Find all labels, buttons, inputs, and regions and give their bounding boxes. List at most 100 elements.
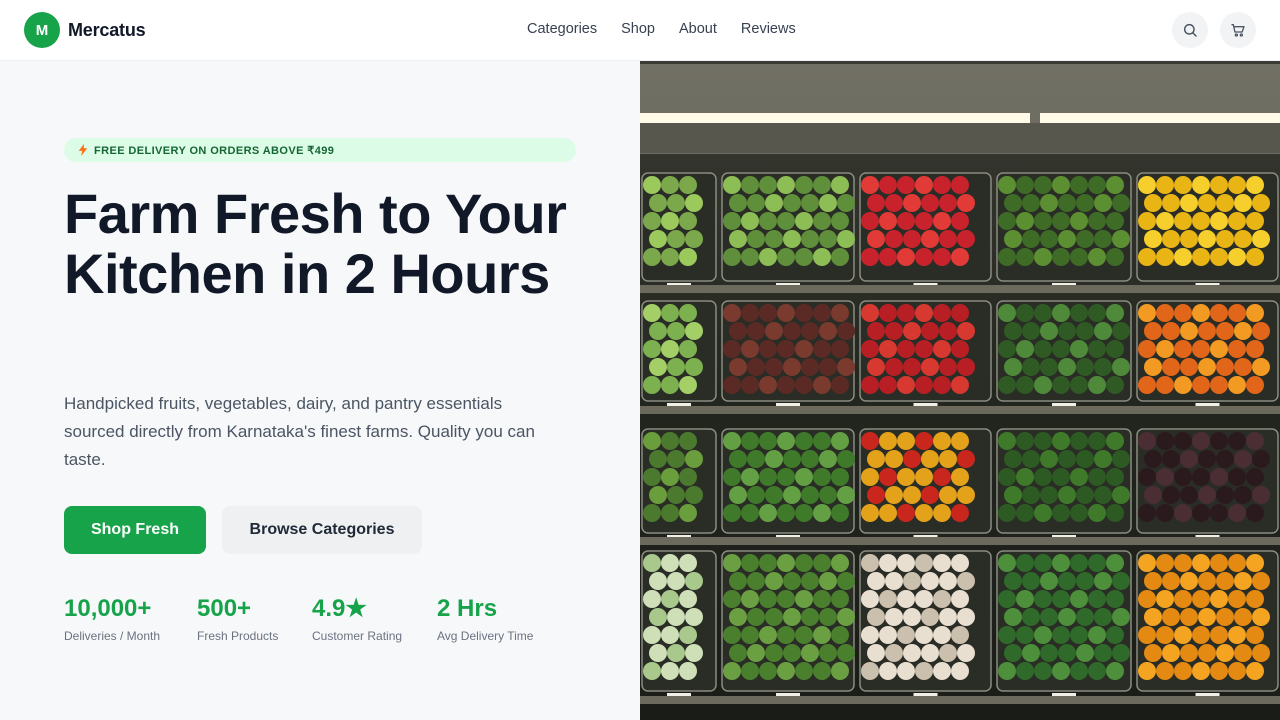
hero-headline: Farm Fresh to Your Kitchen in 2 Hours: [64, 182, 567, 305]
nav-link-categories[interactable]: Categories: [527, 21, 597, 37]
produce-item: [747, 322, 765, 340]
produce-item: [998, 504, 1016, 522]
produce-item: [933, 554, 951, 572]
produce-item: [643, 376, 661, 394]
produce-item: [1192, 340, 1210, 358]
produce-item: [649, 358, 667, 376]
produce-item: [747, 230, 765, 248]
produce-item: [903, 486, 921, 504]
produce-item: [661, 662, 679, 680]
produce-item: [643, 554, 661, 572]
stat-products: 500+ Fresh Products: [197, 593, 278, 643]
produce-item: [661, 304, 679, 322]
produce-item: [819, 486, 837, 504]
produce-item: [1022, 194, 1040, 212]
produce-item: [777, 376, 795, 394]
produce-item: [783, 486, 801, 504]
stat-value: 10,000+: [64, 595, 152, 622]
produce-item: [1088, 176, 1106, 194]
brand[interactable]: M Mercatus: [24, 12, 146, 48]
produce-item: [951, 212, 969, 230]
produce-item: [813, 432, 831, 450]
produce-item: [1216, 322, 1234, 340]
produce-item: [1094, 608, 1112, 626]
produce-item: [759, 340, 777, 358]
nav-link-reviews[interactable]: Reviews: [741, 21, 796, 37]
produce-item: [1022, 608, 1040, 626]
produce-item: [643, 248, 661, 266]
produce-item: [915, 626, 933, 644]
produce-item: [813, 468, 831, 486]
nav-link-about[interactable]: About: [679, 21, 717, 37]
produce-item: [1234, 608, 1252, 626]
produce-item: [1174, 432, 1192, 450]
produce-item: [951, 376, 969, 394]
produce-item: [1052, 176, 1070, 194]
produce-item: [903, 608, 921, 626]
produce-item: [897, 662, 915, 680]
produce-item: [1216, 644, 1234, 662]
nav-link-shop[interactable]: Shop: [621, 21, 655, 37]
brand-name[interactable]: Mercatus: [68, 20, 146, 41]
produce-item: [1034, 662, 1052, 680]
produce-item: [1040, 230, 1058, 248]
produce-item: [1076, 230, 1094, 248]
produce-item: [747, 608, 765, 626]
produce-item: [1112, 644, 1130, 662]
produce-item: [1070, 304, 1088, 322]
produce-item: [861, 176, 879, 194]
produce-item: [1210, 176, 1228, 194]
produce-item: [1138, 554, 1156, 572]
produce-item: [1058, 572, 1076, 590]
free-delivery-badge: FREE DELIVERY ON ORDERS ABOVE ₹499: [64, 138, 576, 162]
produce-item: [765, 572, 783, 590]
produce-item: [885, 450, 903, 468]
produce-item: [1112, 572, 1130, 590]
produce-item: [1174, 304, 1192, 322]
produce-item: [1210, 304, 1228, 322]
shop-fresh-button[interactable]: Shop Fresh: [64, 506, 206, 554]
top-navbar: M Mercatus Categories Shop About Reviews: [0, 0, 1280, 61]
produce-item: [951, 432, 969, 450]
produce-item: [867, 322, 885, 340]
produce-item: [861, 340, 879, 358]
produce-item: [649, 608, 667, 626]
produce-item: [933, 340, 951, 358]
produce-item: [819, 450, 837, 468]
produce-item: [933, 626, 951, 644]
produce-item: [1252, 486, 1270, 504]
produce-item: [1088, 212, 1106, 230]
produce-item: [831, 340, 849, 358]
produce-item: [1246, 504, 1264, 522]
produce-item: [1162, 572, 1180, 590]
produce-item: [783, 322, 801, 340]
produce-item: [1246, 212, 1264, 230]
cart-button[interactable]: [1220, 12, 1256, 48]
produce-item: [1022, 322, 1040, 340]
browse-categories-button[interactable]: Browse Categories: [222, 506, 422, 554]
produce-item: [1088, 590, 1106, 608]
produce-item: [777, 590, 795, 608]
produce-item: [867, 358, 885, 376]
produce-item: [1252, 572, 1270, 590]
logo[interactable]: M: [24, 12, 60, 48]
produce-item: [1112, 358, 1130, 376]
produce-item: [897, 432, 915, 450]
produce-item: [759, 662, 777, 680]
produce-item: [861, 468, 879, 486]
produce-item: [998, 468, 1016, 486]
produce-item: [1070, 662, 1088, 680]
produce-item: [861, 212, 879, 230]
produce-item: [801, 450, 819, 468]
search-button[interactable]: [1172, 12, 1208, 48]
produce-item: [1228, 432, 1246, 450]
produce-item: [998, 212, 1016, 230]
produce-item: [957, 322, 975, 340]
produce-item: [801, 572, 819, 590]
produce-item: [1156, 304, 1174, 322]
produce-item: [729, 608, 747, 626]
produce-item: [1252, 322, 1270, 340]
cart-icon: [1231, 24, 1245, 37]
produce-item: [1138, 432, 1156, 450]
produce-item: [1162, 358, 1180, 376]
